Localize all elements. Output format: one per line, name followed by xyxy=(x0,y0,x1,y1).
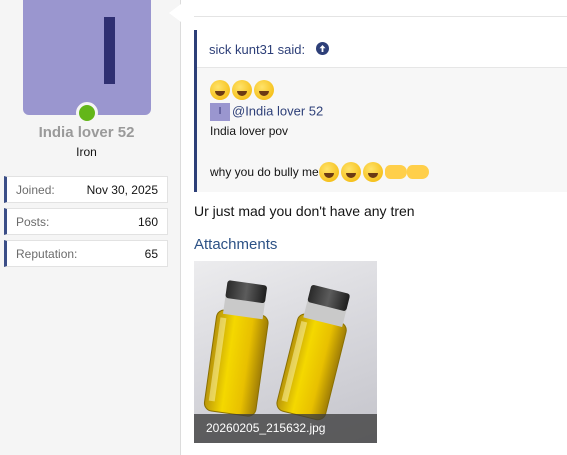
stat-posts: Posts: 160 xyxy=(4,208,168,235)
rofl-emoji-icon xyxy=(362,162,383,182)
stat-label: Posts: xyxy=(16,215,50,229)
quote-text-line: why you do bully me xyxy=(210,162,429,182)
attachments-heading: Attachments xyxy=(194,236,278,253)
rofl-emoji-icon xyxy=(254,80,274,100)
message-arrow xyxy=(169,4,181,22)
hand-pointing-left-icon xyxy=(384,165,407,179)
rofl-emoji-icon xyxy=(318,162,339,182)
message-user-column: India lover 52 Iron Joined: Nov 30, 2025… xyxy=(0,0,181,455)
rofl-emoji-icon xyxy=(340,162,361,182)
stat-joined: Joined: Nov 30, 2025 xyxy=(4,176,168,203)
attachment-thumbnail[interactable]: 20260205_215632.jpg xyxy=(194,261,377,443)
stat-reputation: Reputation: 65 xyxy=(4,240,168,267)
stat-value: Nov 30, 2025 xyxy=(86,183,158,197)
online-status-icon xyxy=(76,102,98,124)
user-mention[interactable]: I @India lover 52 xyxy=(210,103,323,121)
quote-text-line: India lover pov xyxy=(210,124,289,138)
hand-pointing-left-icon xyxy=(406,165,429,179)
jump-to-quote-icon[interactable] xyxy=(316,42,329,55)
quote-author-link[interactable]: sick kunt31 said: xyxy=(209,42,305,57)
quote-header: sick kunt31 said: xyxy=(197,30,567,68)
avatar-letter xyxy=(104,17,115,84)
message-body: Ur just mad you don't have any tren xyxy=(194,203,415,219)
mention-text[interactable]: @India lover 52 xyxy=(232,103,323,118)
stat-label: Joined: xyxy=(16,183,55,197)
quote-text: why you do bully me xyxy=(210,165,319,179)
user-title: Iron xyxy=(76,145,97,159)
stat-value: 65 xyxy=(144,247,158,261)
stat-value: 160 xyxy=(137,215,158,229)
attachment-filename[interactable]: 20260205_215632.jpg xyxy=(194,414,377,443)
quote-emoji-row xyxy=(210,80,276,100)
mention-avatar: I xyxy=(210,103,230,121)
rofl-emoji-icon xyxy=(210,80,230,100)
username[interactable]: India lover 52 xyxy=(0,124,173,141)
quote-block: sick kunt31 said: I @India lover 52 India… xyxy=(194,30,567,192)
stat-label: Reputation: xyxy=(16,247,78,261)
rofl-emoji-icon xyxy=(232,80,252,100)
user-avatar[interactable] xyxy=(23,0,151,115)
message-divider xyxy=(194,16,567,17)
